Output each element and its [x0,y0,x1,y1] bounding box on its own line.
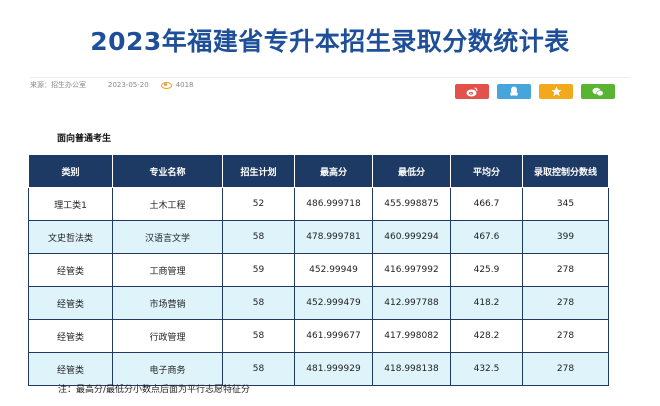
table-header-row: 类别 专业名称 招生计划 最高分 最低分 平均分 录取控制分数线 [28,154,609,188]
table-cell: 58 [222,286,295,320]
table-cell: 418.998138 [372,352,451,386]
table-cell: 345 [522,187,609,221]
column-header: 录取控制分数线 [522,154,609,188]
table-cell: 481.999929 [294,352,373,386]
table-cell: 经管类 [28,319,113,353]
table-cell: 428.2 [450,319,523,353]
table-cell: 486.999718 [294,187,373,221]
table-row: 经管类 工商管理 59 452.99949 416.997992 425.9 2… [28,253,609,287]
column-header: 平均分 [450,154,523,188]
share-qq-button[interactable] [497,84,531,99]
table-cell: 58 [222,352,295,386]
table-cell: 59 [222,253,295,287]
qq-icon [510,86,518,97]
table-cell: 399 [522,220,609,254]
table-row: 文史哲法类 汉语言文学 58 478.999781 460.999294 467… [28,220,609,254]
table-cell: 行政管理 [112,319,223,353]
eye-icon [160,81,172,89]
column-header: 专业名称 [112,154,223,188]
table-cell: 经管类 [28,286,113,320]
table-row: 经管类 电子商务 58 481.999929 418.998138 432.5 … [28,352,609,386]
footnote: 注：最高分/最低分小数点后面为平行志愿特征分 [58,385,251,395]
publish-date: 2023-05-20 [108,81,149,89]
article-meta: 来源：招生办公室 2023-05-20 4018 [30,80,198,90]
share-weibo-button[interactable] [455,84,489,99]
wechat-icon [592,87,604,96]
table-cell: 文史哲法类 [28,220,113,254]
divider [30,77,630,78]
table-cell: 278 [522,319,609,353]
table-cell: 市场营销 [112,286,223,320]
column-header: 类别 [28,154,113,188]
table-cell: 478.999781 [294,220,373,254]
table-cell: 460.999294 [372,220,451,254]
admission-score-table: 类别 专业名称 招生计划 最高分 最低分 平均分 录取控制分数线 理工类1 土木… [28,154,609,386]
table-cell: 经管类 [28,352,113,386]
share-favorite-button[interactable] [539,84,573,99]
table-cell: 467.6 [450,220,523,254]
table-cell: 418.2 [450,286,523,320]
section-heading: 面向普通考生 [57,134,112,144]
table-cell: 52 [222,187,295,221]
table-cell: 电子商务 [112,352,223,386]
table-cell: 417.998082 [372,319,451,353]
column-header: 最高分 [294,154,373,188]
table-cell: 理工类1 [28,187,113,221]
table-cell: 汉语言文学 [112,220,223,254]
table-cell: 416.997992 [372,253,451,287]
view-count: 4018 [175,81,194,89]
table-cell: 工商管理 [112,253,223,287]
table-cell: 土木工程 [112,187,223,221]
weibo-icon [466,87,478,96]
source-label: 来源：招生办公室 [30,81,86,89]
table-cell: 466.7 [450,187,523,221]
table-cell: 58 [222,319,295,353]
page-title: 2023年福建省专升本招生录取分数统计表 [90,27,570,56]
column-header: 最低分 [372,154,451,188]
table-cell: 432.5 [450,352,523,386]
table-row: 理工类1 土木工程 52 486.999718 455.998875 466.7… [28,187,609,221]
table-cell: 278 [522,253,609,287]
table-cell: 452.999479 [294,286,373,320]
table-row: 经管类 行政管理 58 461.999677 417.998082 428.2 … [28,319,609,353]
star-icon [550,86,562,97]
table-cell: 412.997788 [372,286,451,320]
table-cell: 278 [522,352,609,386]
table-cell: 425.9 [450,253,523,287]
share-wechat-button[interactable] [581,84,615,99]
table-cell: 461.999677 [294,319,373,353]
table-cell: 经管类 [28,253,113,287]
table-cell: 278 [522,286,609,320]
table-cell: 452.99949 [294,253,373,287]
table-cell: 455.998875 [372,187,451,221]
table-cell: 58 [222,220,295,254]
table-row: 经管类 市场营销 58 452.999479 412.997788 418.2 … [28,286,609,320]
column-header: 招生计划 [222,154,295,188]
